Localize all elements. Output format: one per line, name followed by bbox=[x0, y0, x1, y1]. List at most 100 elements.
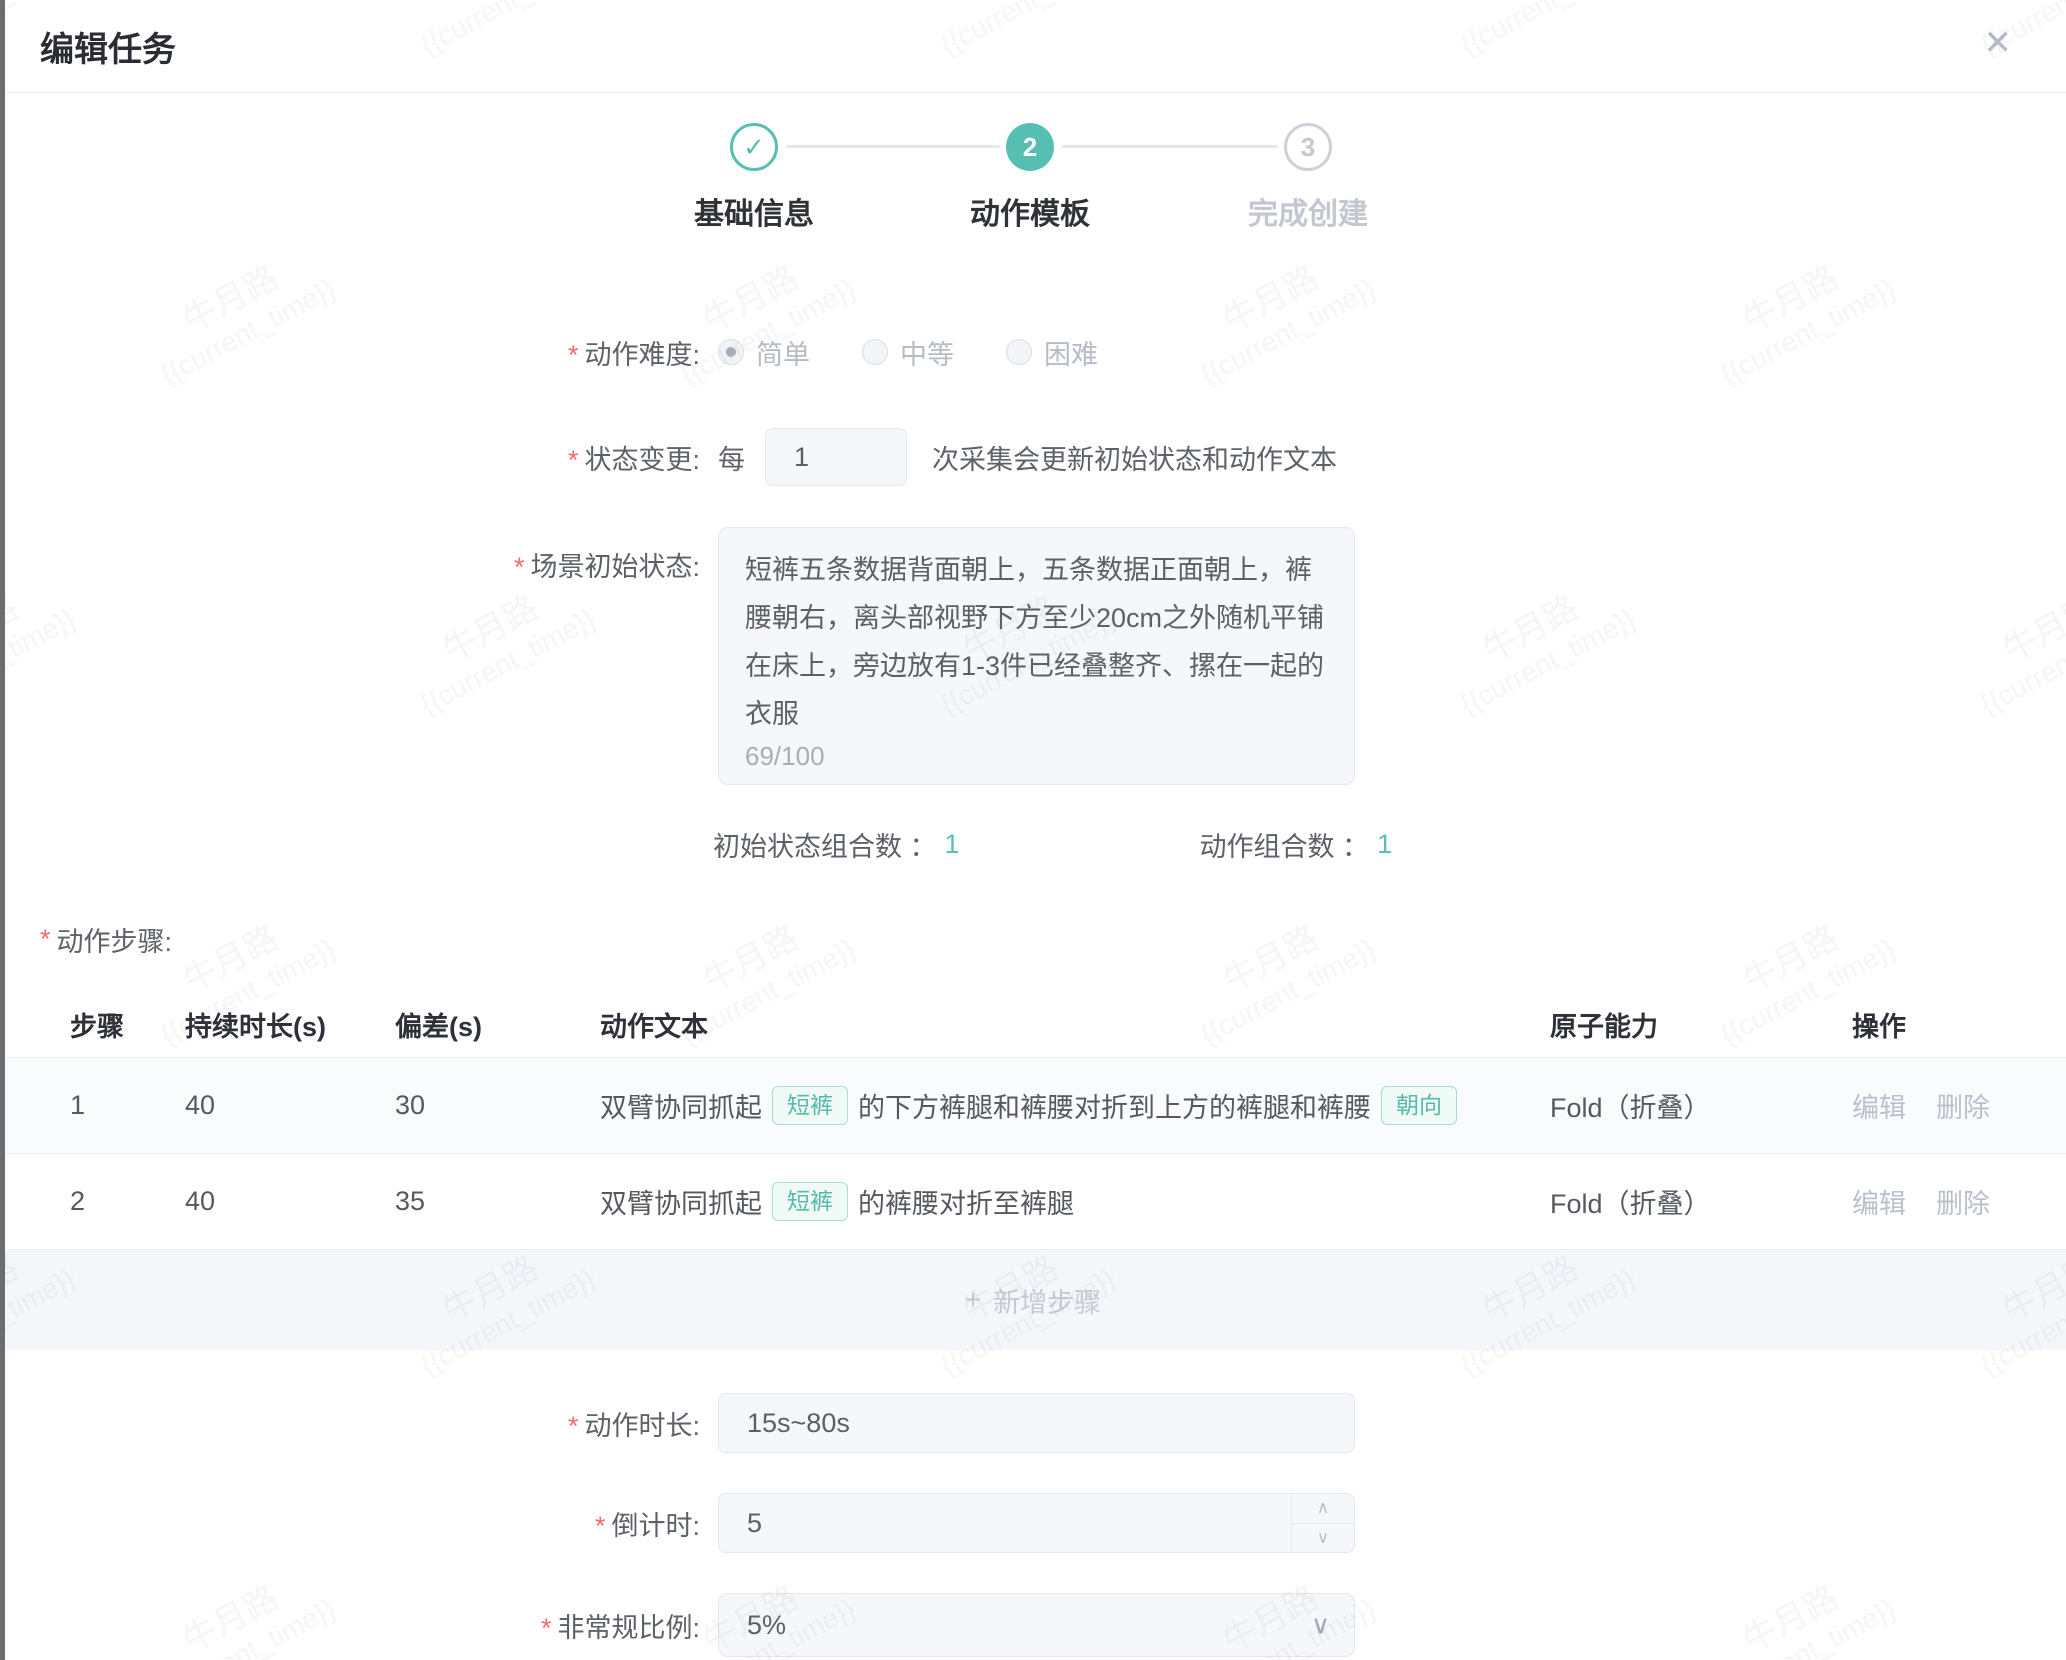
char-counter: 69/100 bbox=[745, 741, 825, 772]
action-combo-group: 动作组合数 ： 1 bbox=[1200, 825, 1393, 864]
add-step-label: 新增步骤 bbox=[993, 1281, 1101, 1320]
cell-step: 1 bbox=[0, 1090, 185, 1121]
cell-deviation: 30 bbox=[395, 1090, 600, 1121]
unusual-ratio-value: 5% bbox=[747, 1610, 786, 1641]
cell-ability: Fold（折叠） bbox=[1550, 1182, 1852, 1221]
duration-control: 15s~80s bbox=[718, 1393, 1355, 1453]
action-combo-label: 动作组合数 ： bbox=[1200, 825, 1370, 864]
cell-duration: 40 bbox=[185, 1186, 395, 1217]
unusual-ratio-row: *非常规比例: 5% ∨ bbox=[0, 1593, 2066, 1657]
chevron-down-icon: ∨ bbox=[1311, 1610, 1330, 1641]
check-icon: ✓ bbox=[743, 132, 765, 163]
unusual-ratio-label: *非常规比例: bbox=[0, 1606, 700, 1645]
state-change-suffix: 次采集会更新初始状态和动作文本 bbox=[932, 438, 1337, 477]
duration-label: *动作时长: bbox=[0, 1404, 700, 1443]
delete-link[interactable]: 删除 bbox=[1936, 1189, 1990, 1219]
number-spinner: ∧ ∨ bbox=[1291, 1494, 1354, 1552]
header-ability: 原子能力 bbox=[1550, 1005, 1852, 1044]
countdown-control: 5 ∧ ∨ bbox=[718, 1493, 1355, 1553]
required-mark: * bbox=[568, 340, 579, 370]
cell-operations: 编辑删除 bbox=[1852, 1086, 2066, 1125]
header-duration: 持续时长(s) bbox=[185, 1005, 395, 1044]
action-combo-value: 1 bbox=[1377, 829, 1392, 860]
radio-easy[interactable]: 简单 bbox=[718, 333, 810, 372]
increment-button[interactable]: ∧ bbox=[1292, 1494, 1354, 1524]
duration-input[interactable]: 15s~80s bbox=[718, 1393, 1355, 1453]
initial-combo-label: 初始状态组合数 ： bbox=[713, 825, 937, 864]
add-step-button[interactable]: + 新增步骤 bbox=[0, 1250, 2066, 1350]
step-2-label: 动作模板 bbox=[910, 189, 1150, 233]
radio-medium-label: 中等 bbox=[900, 333, 954, 372]
action-text-part: 的下方裤腿和裤腰对折到上方的裤腿和裤腰 bbox=[858, 1086, 1371, 1125]
delete-link[interactable]: 删除 bbox=[1936, 1093, 1990, 1123]
step-1-circle: ✓ bbox=[730, 123, 778, 171]
radio-hard[interactable]: 困难 bbox=[1006, 333, 1098, 372]
step-3-number: 3 bbox=[1301, 132, 1315, 163]
header-step: 步骤 bbox=[0, 1005, 185, 1044]
countdown-row: *倒计时: 5 ∧ ∨ bbox=[0, 1493, 2066, 1553]
state-change-label: *状态变更: bbox=[0, 438, 700, 477]
action-text-part: 双臂协同抓起 bbox=[600, 1182, 762, 1221]
initial-state-textarea[interactable]: 短裤五条数据背面朝上，五条数据正面朝上，裤腰朝右，离头部视野下方至少20cm之外… bbox=[718, 527, 1355, 785]
countdown-input[interactable]: 5 ∧ ∨ bbox=[718, 1493, 1355, 1553]
required-mark: * bbox=[514, 552, 525, 582]
step-connector bbox=[1062, 145, 1278, 148]
steps-table-header: 步骤 持续时长(s) 偏差(s) 动作文本 原子能力 操作 bbox=[0, 992, 2066, 1058]
plus-icon: + bbox=[965, 1284, 981, 1316]
cell-step: 2 bbox=[0, 1186, 185, 1217]
countdown-value: 5 bbox=[747, 1508, 762, 1539]
state-change-prefix: 每 bbox=[718, 438, 745, 477]
cell-action-text: 双臂协同抓起短裤的下方裤腿和裤腰对折到上方的裤腿和裤腰朝向 bbox=[600, 1086, 1550, 1125]
backdrop-edge bbox=[0, 0, 5, 1660]
radio-easy-label: 简单 bbox=[756, 333, 810, 372]
required-mark: * bbox=[568, 1411, 579, 1441]
step-3-label: 完成创建 bbox=[1188, 189, 1428, 233]
cell-operations: 编辑删除 bbox=[1852, 1182, 2066, 1221]
table-row: 14030双臂协同抓起短裤的下方裤腿和裤腰对折到上方的裤腿和裤腰朝向Fold（折… bbox=[0, 1058, 2066, 1154]
state-change-control: 每 1 次采集会更新初始状态和动作文本 bbox=[718, 428, 1337, 486]
difficulty-options: 简单 中等 困难 bbox=[718, 333, 1150, 372]
cell-action-text: 双臂协同抓起短裤的裤腰对折至裤腿 bbox=[600, 1182, 1550, 1221]
dialog-title: 编辑任务 bbox=[40, 22, 176, 71]
object-tag: 朝向 bbox=[1381, 1086, 1457, 1125]
combo-counts-row: 初始状态组合数 ： 1 动作组合数 ： 1 bbox=[0, 824, 2066, 864]
initial-state-text: 短裤五条数据背面朝上，五条数据正面朝上，裤腰朝右，离头部视野下方至少20cm之外… bbox=[719, 528, 1354, 738]
action-text-part: 双臂协同抓起 bbox=[600, 1086, 762, 1125]
wizard-stepper: ✓ 2 3 基础信息 动作模板 完成创建 bbox=[0, 123, 2066, 229]
initial-combo-group: 初始状态组合数 ： 1 bbox=[713, 825, 960, 864]
header-action-text: 动作文本 bbox=[600, 1005, 1550, 1044]
edit-link[interactable]: 编辑 bbox=[1852, 1189, 1906, 1219]
countdown-label: *倒计时: bbox=[0, 1504, 700, 1543]
initial-state-row: *场景初始状态: 短裤五条数据背面朝上，五条数据正面朝上，裤腰朝右，离头部视野下… bbox=[0, 527, 2066, 785]
cell-ability: Fold（折叠） bbox=[1550, 1086, 1852, 1125]
header-operations: 操作 bbox=[1852, 1005, 2066, 1044]
unusual-ratio-select[interactable]: 5% ∨ bbox=[718, 1593, 1355, 1657]
required-mark: * bbox=[40, 924, 51, 955]
duration-row: *动作时长: 15s~80s bbox=[0, 1393, 2066, 1453]
difficulty-label: *动作难度: bbox=[0, 333, 700, 372]
action-text-part: 的裤腰对折至裤腿 bbox=[858, 1182, 1074, 1221]
radio-dot-icon bbox=[718, 339, 744, 365]
close-icon[interactable]: ✕ bbox=[1984, 26, 2013, 60]
required-mark: * bbox=[595, 1511, 606, 1541]
state-change-input[interactable]: 1 bbox=[765, 428, 907, 486]
radio-dot-icon bbox=[1006, 339, 1032, 365]
steps-table-body: 14030双臂协同抓起短裤的下方裤腿和裤腰对折到上方的裤腿和裤腰朝向Fold（折… bbox=[0, 1058, 2066, 1250]
edit-task-dialog: 牛月路{{current_time}}牛月路{{current_time}}牛月… bbox=[0, 0, 2066, 1660]
radio-medium[interactable]: 中等 bbox=[862, 333, 954, 372]
radio-hard-label: 困难 bbox=[1044, 333, 1098, 372]
cell-duration: 40 bbox=[185, 1090, 395, 1121]
step-2-number: 2 bbox=[1023, 132, 1037, 163]
object-tag: 短裤 bbox=[772, 1182, 848, 1221]
step-1-label: 基础信息 bbox=[634, 189, 874, 233]
unusual-ratio-control: 5% ∨ bbox=[718, 1593, 1355, 1657]
required-mark: * bbox=[541, 1613, 552, 1643]
header-deviation: 偏差(s) bbox=[395, 1005, 600, 1044]
initial-combo-value: 1 bbox=[945, 829, 960, 860]
edit-link[interactable]: 编辑 bbox=[1852, 1093, 1906, 1123]
required-mark: * bbox=[568, 445, 579, 475]
initial-state-control: 短裤五条数据背面朝上，五条数据正面朝上，裤腰朝右，离头部视野下方至少20cm之外… bbox=[718, 527, 1355, 785]
dialog-header: 编辑任务 ✕ bbox=[0, 0, 2066, 93]
decrement-button[interactable]: ∨ bbox=[1292, 1524, 1354, 1553]
state-change-row: *状态变更: 每 1 次采集会更新初始状态和动作文本 bbox=[0, 428, 2066, 486]
